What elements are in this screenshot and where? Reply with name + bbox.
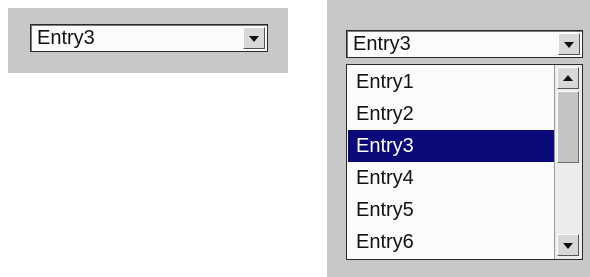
- scroll-down-button[interactable]: [557, 234, 579, 256]
- dropdown-button[interactable]: [558, 33, 580, 55]
- chevron-down-icon: [249, 36, 259, 42]
- list-item-entry5[interactable]: Entry5: [348, 194, 554, 226]
- arrow-down-icon: [563, 243, 573, 249]
- combobox-value: Entry3: [37, 27, 95, 49]
- list-item-entry1[interactable]: Entry1: [348, 66, 554, 98]
- combobox-value: Entry3: [353, 33, 411, 55]
- list-item-entry2[interactable]: Entry2: [348, 98, 554, 130]
- chevron-down-icon: [564, 42, 574, 48]
- combobox-open[interactable]: Entry3: [346, 30, 583, 58]
- combobox-closed[interactable]: Entry3: [30, 24, 268, 52]
- scroll-thumb[interactable]: [557, 91, 579, 163]
- list-item-entry6[interactable]: Entry6: [348, 226, 554, 258]
- dropdown-button[interactable]: [243, 27, 265, 49]
- dropdown-list[interactable]: Entry1 Entry2 Entry3 Entry4 Entry5 Entry…: [346, 64, 583, 260]
- scroll-up-button[interactable]: [557, 67, 579, 89]
- vertical-scrollbar[interactable]: [554, 65, 582, 259]
- list-item-entry3[interactable]: Entry3: [348, 130, 554, 162]
- list-item-entry4[interactable]: Entry4: [348, 162, 554, 194]
- arrow-up-icon: [563, 75, 573, 81]
